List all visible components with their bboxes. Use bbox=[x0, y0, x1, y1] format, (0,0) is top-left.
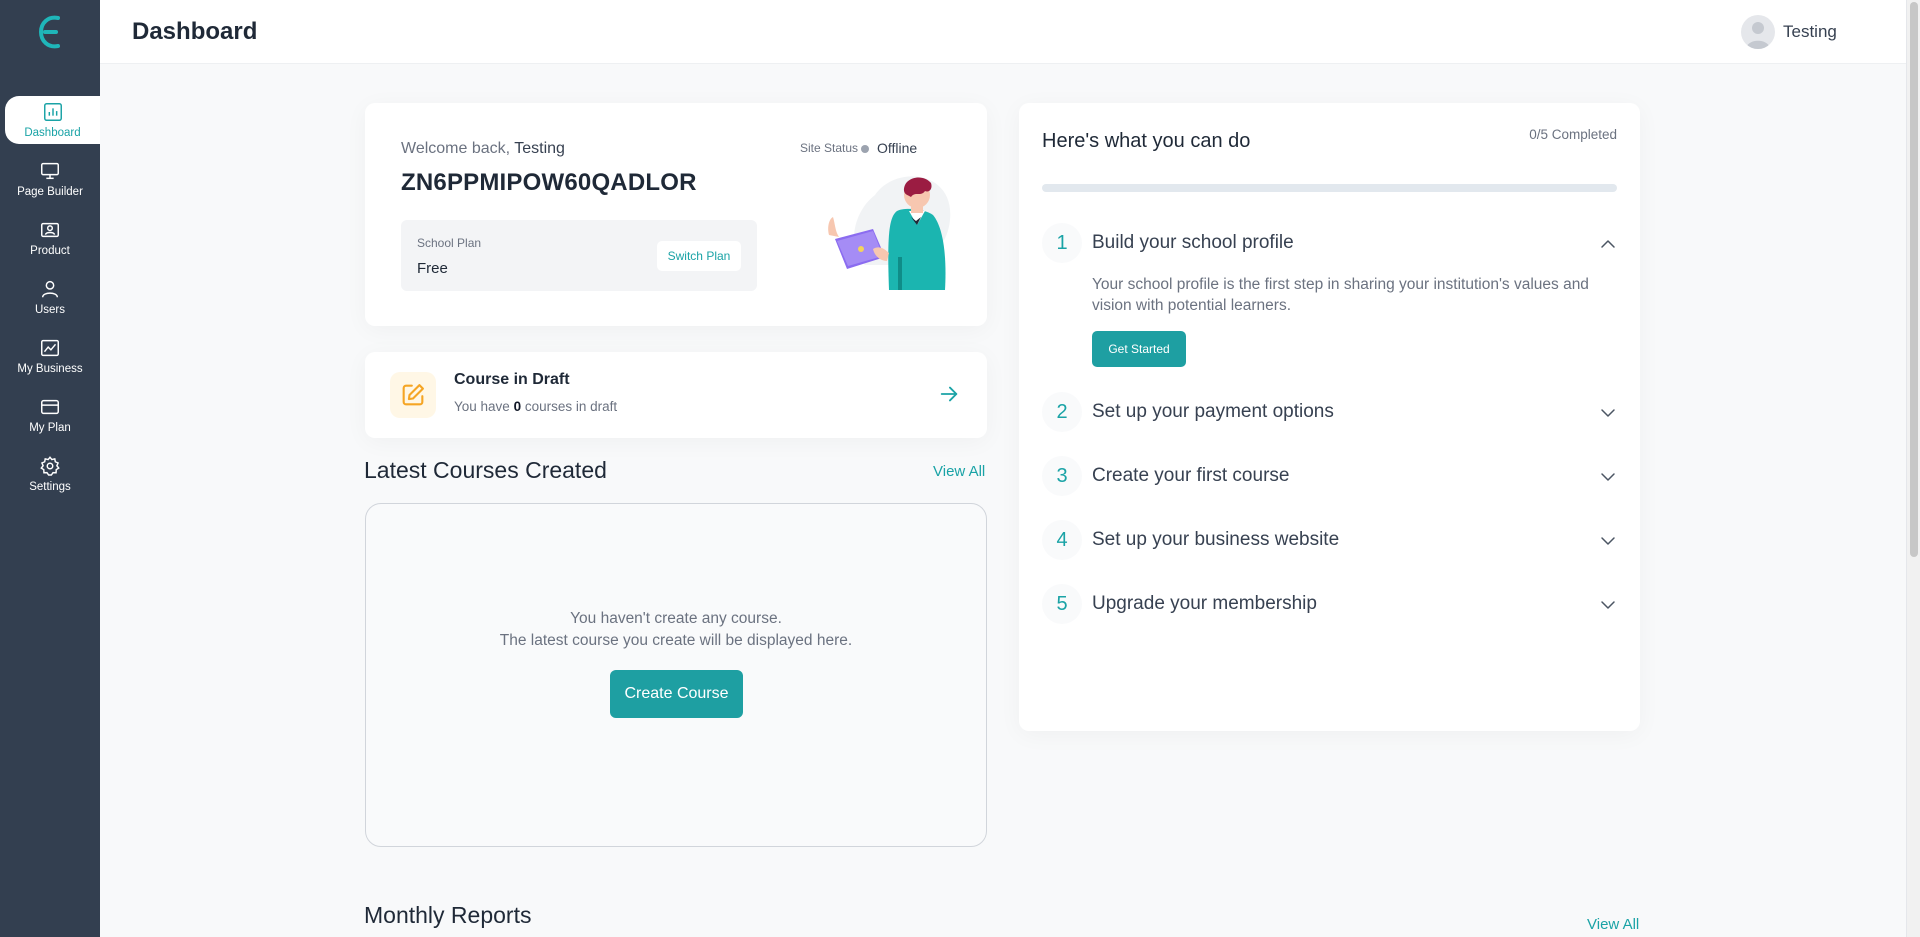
completed-count: 0/5 Completed bbox=[1529, 127, 1617, 142]
site-status-value: Offline bbox=[877, 140, 918, 156]
monthly-reports-title: Monthly Reports bbox=[364, 902, 532, 928]
sidebar-item-product[interactable]: Product bbox=[0, 214, 100, 262]
step-first-course[interactable]: 3 Create your first course bbox=[1042, 456, 1617, 496]
latest-courses-empty-card: You haven't create any course. The lates… bbox=[365, 503, 987, 847]
page-title: Dashboard bbox=[132, 18, 258, 45]
chevron-down-icon[interactable] bbox=[1599, 596, 1617, 614]
step-description: Your school profile is the first step in… bbox=[1092, 276, 1589, 314]
step-title: Set up your payment options bbox=[1092, 401, 1334, 422]
plan-label: School Plan bbox=[417, 236, 482, 250]
gear-icon bbox=[40, 456, 60, 476]
empty-message-line2: The latest course you create will be dis… bbox=[499, 632, 853, 649]
scrollbar-thumb[interactable] bbox=[1910, 2, 1918, 557]
greeting-user: Testing bbox=[514, 140, 565, 157]
welcome-card: Welcome back, Testing ZN6PPMIPOW60QADLOR… bbox=[365, 103, 987, 326]
trend-icon bbox=[41, 339, 59, 357]
latest-courses-view-all-link[interactable]: View All bbox=[933, 463, 985, 480]
status-dot bbox=[861, 145, 869, 153]
sidebar-item-label: Settings bbox=[29, 481, 71, 493]
sidebar-item-label: Users bbox=[34, 304, 66, 316]
chevron-up-icon[interactable] bbox=[1599, 235, 1617, 253]
page-scrollbar[interactable] bbox=[1906, 0, 1920, 937]
step-title: Set up your business website bbox=[1092, 529, 1340, 550]
course-draft-card[interactable]: Course in Draft You have 0 courses in dr… bbox=[365, 352, 987, 438]
edit-icon bbox=[390, 372, 436, 418]
sidebar-item-label: Page Builder bbox=[17, 186, 83, 198]
step-title: Create your first course bbox=[1092, 465, 1290, 486]
sidebar-item-dashboard[interactable]: Dashboard bbox=[5, 96, 100, 144]
step-title: Build your school profile bbox=[1092, 232, 1294, 253]
chevron-down-icon[interactable] bbox=[1599, 404, 1617, 422]
step-payment-options[interactable]: 2 Set up your payment options bbox=[1042, 392, 1617, 432]
draft-sub-prefix: You have bbox=[454, 399, 510, 414]
step-number: 2 bbox=[1042, 392, 1082, 432]
draft-sub-suffix: courses in draft bbox=[524, 399, 618, 414]
sidebar-item-page-builder[interactable]: Page Builder bbox=[0, 155, 100, 203]
logo-icon[interactable] bbox=[34, 13, 66, 51]
person-laptop-illustration bbox=[828, 176, 951, 290]
draft-count: 0 bbox=[513, 399, 522, 414]
school-plan-box: School Plan Free Switch Plan bbox=[401, 220, 757, 291]
sidebar-item-label: Product bbox=[30, 245, 70, 257]
latest-courses-title: Latest Courses Created bbox=[364, 457, 607, 483]
create-course-button[interactable]: Create Course bbox=[610, 670, 743, 718]
draft-summary: You have 0 courses in draft bbox=[454, 399, 617, 414]
avatar-placeholder-icon bbox=[1746, 22, 1770, 49]
step-number: 3 bbox=[1042, 456, 1082, 496]
school-code: ZN6PPMIPOW60QADLOR bbox=[401, 169, 697, 196]
arrow-right-icon[interactable] bbox=[938, 383, 960, 405]
chevron-down-icon[interactable] bbox=[1599, 532, 1617, 550]
sidebar-item-label: Dashboard bbox=[24, 127, 81, 139]
sidebar-item-my-plan[interactable]: My Plan bbox=[0, 391, 100, 439]
todo-title: Here's what you can do bbox=[1042, 130, 1251, 152]
empty-message-line1: You haven't create any course. bbox=[570, 610, 782, 627]
user-name[interactable]: Testing bbox=[1783, 22, 1837, 42]
monthly-reports-view-all-link[interactable]: View All bbox=[1587, 916, 1639, 933]
chevron-down-icon[interactable] bbox=[1599, 468, 1617, 486]
welcome-greeting: Welcome back, Testing bbox=[401, 140, 565, 158]
sidebar-item-users[interactable]: Users bbox=[0, 273, 100, 321]
step-build-school-profile[interactable]: 1 Build your school profile bbox=[1042, 223, 1617, 263]
sidebar-item-my-business[interactable]: My Business bbox=[0, 332, 100, 380]
user-icon bbox=[41, 280, 59, 298]
product-icon bbox=[41, 222, 59, 238]
top-bar: Dashboard Testing bbox=[100, 0, 1906, 64]
completion-progress-bar bbox=[1042, 184, 1617, 192]
getting-started-panel: Here's what you can do 0/5 Completed 1 B… bbox=[1019, 103, 1640, 731]
step-number: 4 bbox=[1042, 520, 1082, 560]
card-icon bbox=[41, 399, 59, 415]
sidebar-item-label: My Plan bbox=[29, 422, 71, 434]
step-upgrade-membership[interactable]: 5 Upgrade your membership bbox=[1042, 584, 1617, 624]
plan-value: Free bbox=[417, 260, 448, 277]
get-started-button[interactable]: Get Started bbox=[1092, 331, 1186, 367]
step-business-website[interactable]: 4 Set up your business website bbox=[1042, 520, 1617, 560]
site-status-label: Site Status bbox=[800, 141, 859, 155]
greeting-text: Welcome back, bbox=[401, 140, 511, 157]
monitor-icon bbox=[41, 162, 59, 180]
switch-plan-button[interactable]: Switch Plan bbox=[657, 241, 741, 271]
step-number: 5 bbox=[1042, 584, 1082, 624]
sidebar-item-settings[interactable]: Settings bbox=[0, 450, 100, 498]
avatar[interactable] bbox=[1741, 15, 1775, 49]
sidebar: Dashboard Page Builder Product Users My … bbox=[0, 0, 100, 937]
step-title: Upgrade your membership bbox=[1092, 593, 1317, 614]
chart-icon bbox=[43, 103, 62, 121]
draft-title: Course in Draft bbox=[454, 371, 570, 388]
step-number: 1 bbox=[1042, 223, 1082, 263]
sidebar-item-label: My Business bbox=[17, 363, 83, 375]
